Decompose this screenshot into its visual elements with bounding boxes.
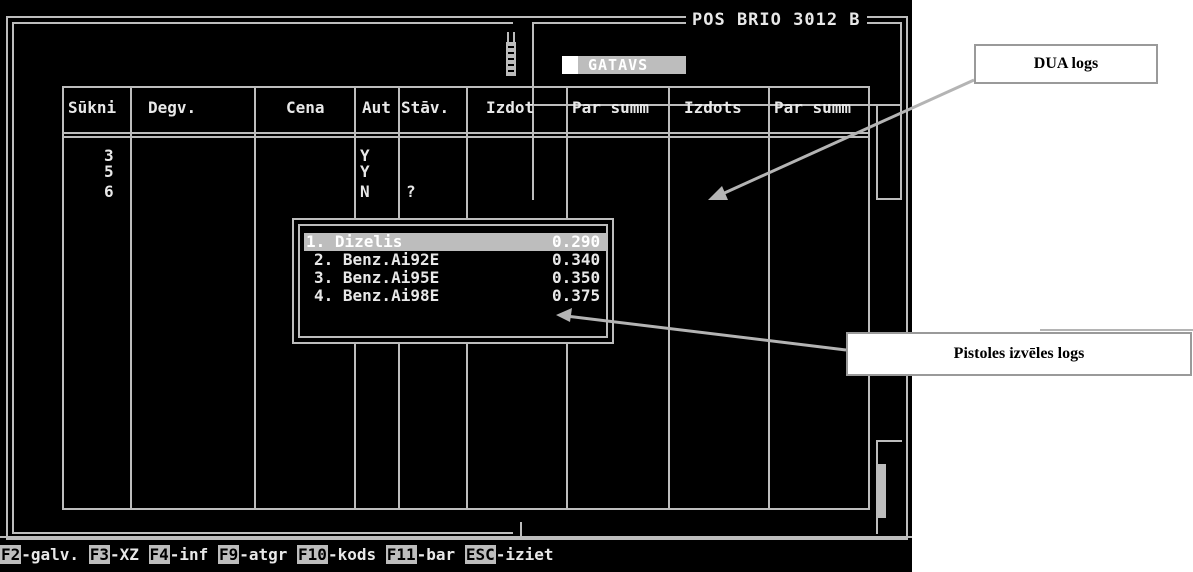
- nozzle-callout-text: Pistoles izvēles logs: [953, 345, 1085, 362]
- nozzle-callout: Pistoles izvēles logs: [846, 332, 1192, 376]
- nozzle-arrow-line: [565, 314, 847, 352]
- dua-callout: DUA logs: [974, 44, 1158, 84]
- dua-arrow-line: [719, 78, 975, 197]
- nozzle-arrow-head: [556, 308, 572, 322]
- dua-arrow-head: [708, 186, 728, 200]
- annotation-arrows: [556, 78, 1193, 352]
- dua-callout-text: DUA logs: [1033, 55, 1099, 72]
